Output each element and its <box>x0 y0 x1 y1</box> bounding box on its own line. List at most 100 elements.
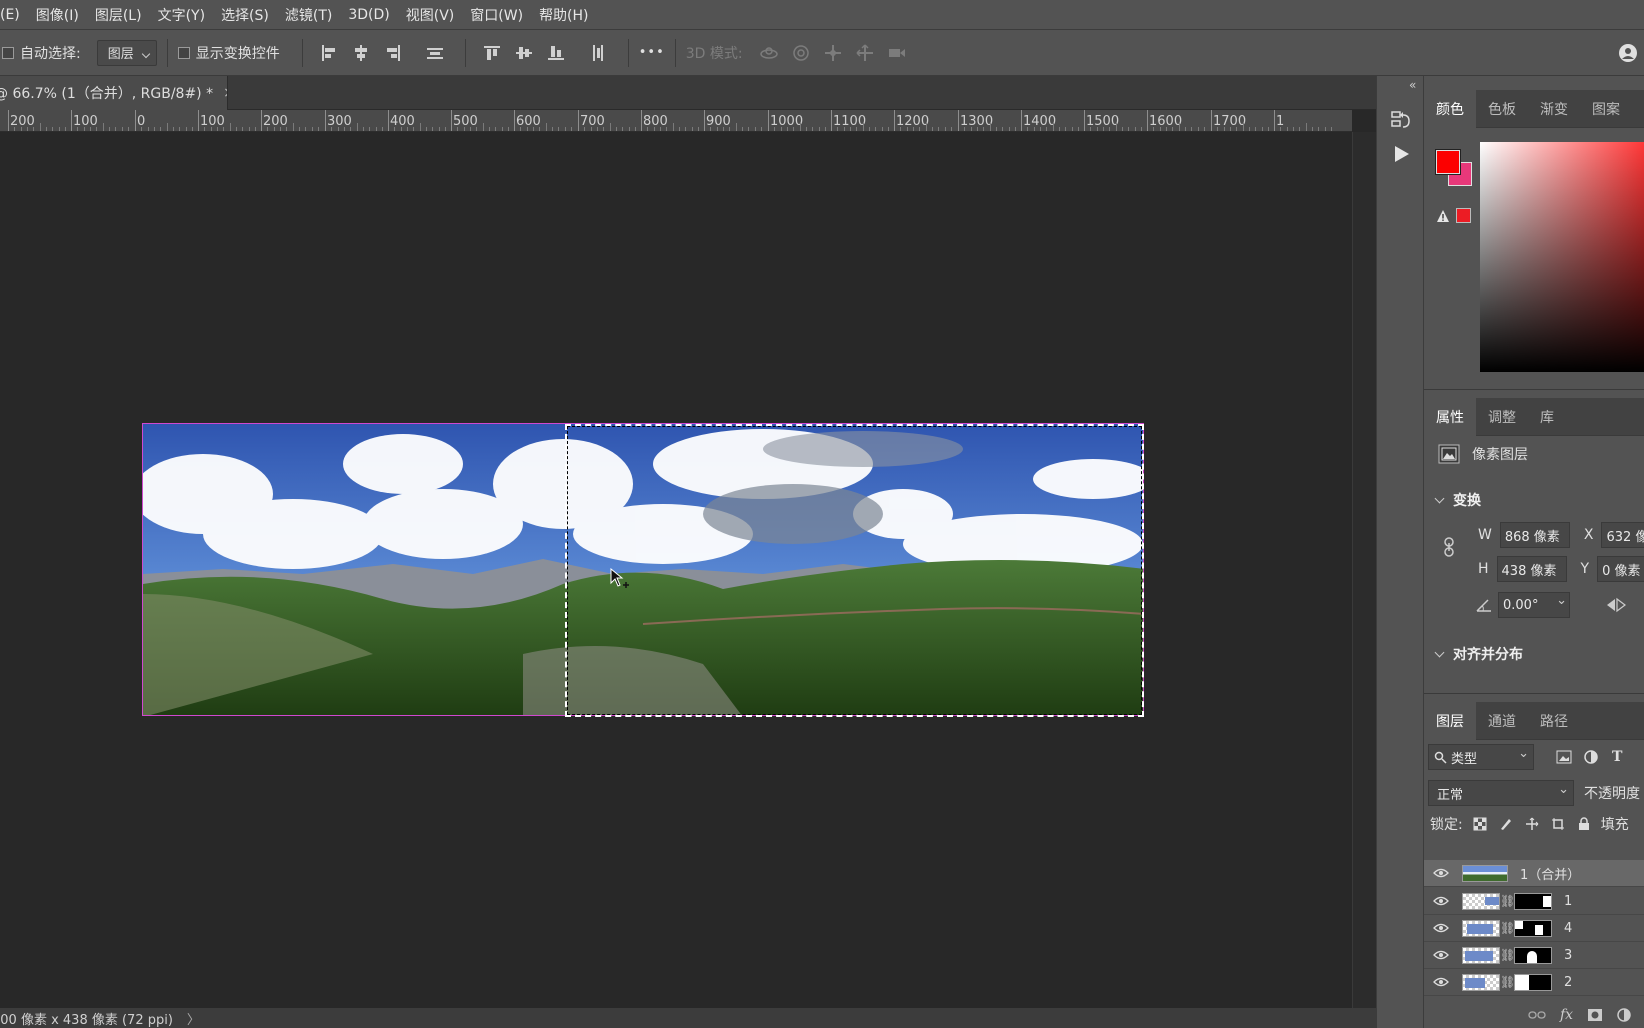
eye-icon[interactable] <box>1424 896 1458 906</box>
layer-mask-thumbnail[interactable] <box>1514 892 1552 910</box>
ruler-minor-tick <box>1306 123 1307 131</box>
lock-transparent-icon[interactable] <box>1473 817 1487 831</box>
image-filter-icon[interactable] <box>1556 750 1572 764</box>
lock-all-icon[interactable] <box>1577 817 1591 831</box>
tab-gradients[interactable]: 渐变 <box>1528 90 1580 128</box>
lock-artboard-icon[interactable] <box>1551 817 1565 831</box>
align-right-icon[interactable] <box>381 41 405 65</box>
more-options-button[interactable]: ••• <box>639 45 665 60</box>
layer-row[interactable]: 1（合并） <box>1424 860 1644 887</box>
eye-icon[interactable] <box>1424 868 1458 878</box>
tab-layers[interactable]: 图层 <box>1424 701 1476 740</box>
menu-layer[interactable]: 图层(L) <box>87 5 150 25</box>
tab-paths[interactable]: 路径 <box>1528 702 1580 740</box>
layer-filter-dropdown[interactable]: 类型 ⌄ <box>1428 744 1534 770</box>
horizontal-ruler[interactable]: 200 100 0 100 200 300 400 500 600 700 800 900 1000 11… <box>0 110 1352 132</box>
width-field[interactable]: 868 像素 <box>1499 522 1570 548</box>
fx-icon[interactable]: fx <box>1560 1007 1573 1023</box>
lock-pixels-icon[interactable] <box>1499 817 1513 831</box>
user-account-icon[interactable] <box>1616 41 1640 65</box>
layer-mask-thumbnail[interactable] <box>1514 973 1552 991</box>
eye-icon[interactable] <box>1424 923 1458 933</box>
ruler-minor-tick <box>900 127 901 131</box>
type-filter-icon[interactable]: T <box>1612 749 1622 765</box>
document-tab[interactable]: @ 66.7% (1（合并）, RGB/8#) * × <box>0 76 228 110</box>
tab-channels[interactable]: 通道 <box>1476 702 1528 740</box>
transform-section-header[interactable]: 变换 <box>1434 490 1481 510</box>
layer-row[interactable]: ⛓ 2 <box>1424 969 1644 996</box>
vertical-scrollbar[interactable] <box>1352 132 1376 1008</box>
menu-window[interactable]: 窗口(W) <box>462 5 531 25</box>
play-icon[interactable] <box>1387 140 1415 168</box>
gamut-warning[interactable] <box>1436 208 1471 223</box>
align-hcenter-icon[interactable] <box>349 41 373 65</box>
distribute-icon[interactable] <box>423 41 447 65</box>
ruler-minor-tick <box>1243 123 1244 131</box>
add-mask-icon[interactable] <box>1587 1008 1603 1022</box>
ruler-minor-tick <box>401 127 402 131</box>
tab-libraries[interactable]: 库 <box>1528 398 1566 436</box>
menu-image[interactable]: 图像(I) <box>28 5 87 25</box>
tab-adjustments[interactable]: 调整 <box>1476 398 1528 436</box>
align-vcenter-icon[interactable] <box>512 41 536 65</box>
ruler-minor-tick <box>109 127 110 131</box>
link-icon[interactable]: ⛓ <box>1500 921 1515 935</box>
menu-view[interactable]: 视图(V) <box>398 5 463 25</box>
align-top-icon[interactable] <box>480 41 504 65</box>
ruler-minor-tick <box>369 127 370 131</box>
history-icon[interactable] <box>1387 106 1415 134</box>
close-icon[interactable]: × <box>223 85 227 101</box>
layer-row[interactable]: ⛓ 4 <box>1424 915 1644 942</box>
blend-mode-dropdown[interactable]: 正常 ⌄ <box>1428 780 1574 806</box>
tab-color[interactable]: 颜色 <box>1424 89 1476 128</box>
align-bottom-icon[interactable] <box>544 41 568 65</box>
auto-select-checkbox[interactable] <box>2 46 14 59</box>
move-cursor-icon <box>610 567 632 596</box>
x-field[interactable]: 632 像 <box>1601 522 1644 548</box>
show-transform-checkbox[interactable] <box>177 46 190 59</box>
layer-row[interactable]: ⛓ 1 <box>1424 888 1644 915</box>
color-picker-field[interactable] <box>1480 142 1644 372</box>
adjustment-filter-icon[interactable] <box>1584 750 1598 764</box>
tab-patterns[interactable]: 图案 <box>1580 90 1632 128</box>
ruler-minor-tick <box>723 127 724 131</box>
tab-swatches[interactable]: 色板 <box>1476 90 1528 128</box>
layer-mask-thumbnail[interactable] <box>1514 919 1552 937</box>
y-field[interactable]: 0 像素 <box>1597 556 1644 582</box>
angle-field[interactable]: 0.00° ⌄ <box>1498 592 1570 618</box>
layer-row[interactable]: ⛓ 3 <box>1424 942 1644 969</box>
menu-edit[interactable]: (E) <box>0 7 28 23</box>
ruler-minor-tick <box>305 127 306 131</box>
link-layers-icon[interactable] <box>1528 1010 1546 1020</box>
menu-filter[interactable]: 滤镜(T) <box>277 5 340 25</box>
tab-properties[interactable]: 属性 <box>1424 397 1476 436</box>
link-icon[interactable]: ⛓ <box>1500 948 1515 962</box>
layer-mask-thumbnail[interactable] <box>1514 946 1552 964</box>
lock-position-icon[interactable] <box>1525 817 1539 831</box>
height-field[interactable]: 438 像素 <box>1496 556 1567 582</box>
chevron-down-icon <box>1434 493 1445 503</box>
align-left-icon[interactable] <box>317 41 341 65</box>
flip-horizontal-icon[interactable] <box>1604 597 1628 613</box>
distribute-vertical-icon[interactable] <box>586 41 610 65</box>
foreground-color-swatch[interactable] <box>1435 149 1461 175</box>
ruler-minor-tick <box>603 127 604 131</box>
layer-filter-label: 类型 <box>1451 751 1478 767</box>
status-menu-arrow[interactable]: 〉 <box>187 1009 200 1028</box>
link-dimensions-icon[interactable] <box>1442 536 1456 558</box>
new-adjustment-icon[interactable] <box>1617 1008 1631 1022</box>
eye-icon[interactable] <box>1424 950 1458 960</box>
auto-select-dropdown[interactable]: 图层 <box>96 39 157 66</box>
menu-type[interactable]: 文字(Y) <box>150 5 213 25</box>
menu-3d[interactable]: 3D(D) <box>340 7 397 23</box>
menu-help[interactable]: 帮助(H) <box>531 5 596 25</box>
align-section-header[interactable]: 对齐并分布 <box>1434 644 1523 664</box>
panorama-image[interactable] <box>142 423 1144 716</box>
in-gamut-color-swatch[interactable] <box>1456 208 1471 223</box>
divider <box>166 38 168 67</box>
link-icon[interactable]: ⛓ <box>1500 975 1515 989</box>
link-icon[interactable]: ⛓ <box>1500 894 1515 908</box>
eye-icon[interactable] <box>1424 977 1458 987</box>
collapse-panels-button[interactable]: « <box>1409 78 1416 92</box>
menu-select[interactable]: 选择(S) <box>213 5 277 25</box>
